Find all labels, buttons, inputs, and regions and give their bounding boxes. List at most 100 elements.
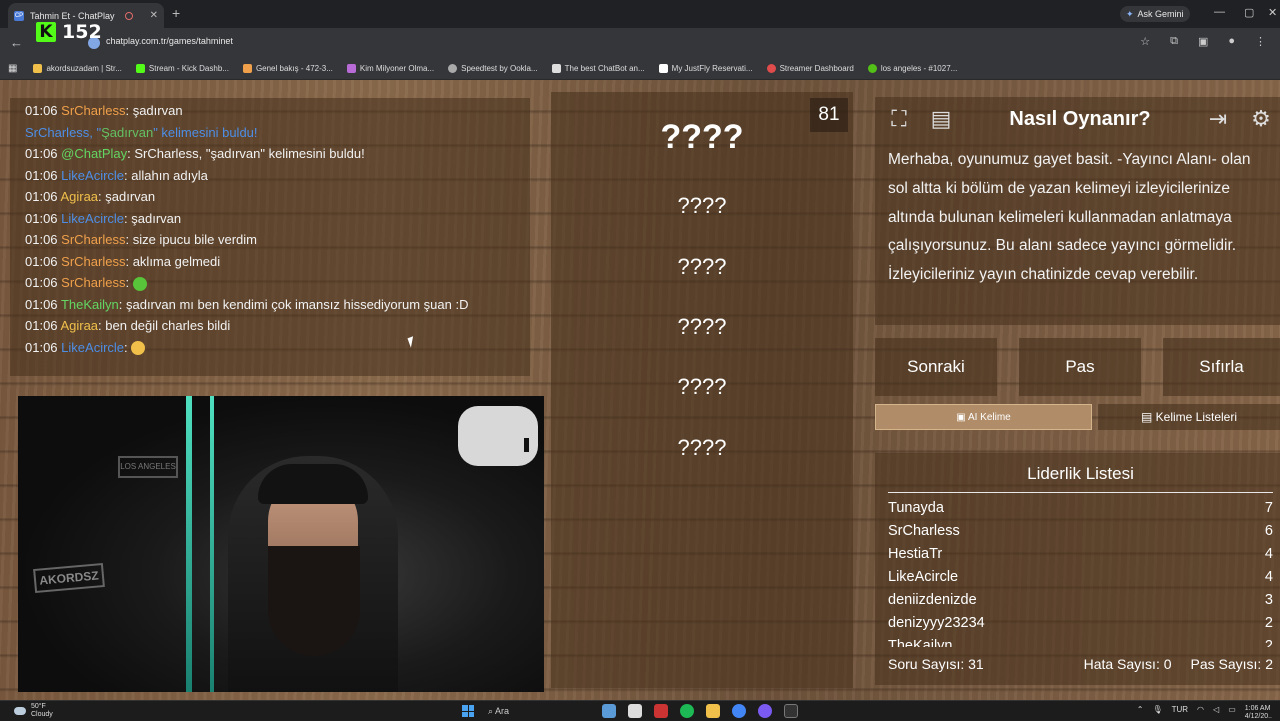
clock-date[interactable]: 4/12/20..	[1245, 713, 1272, 720]
ai-word-tab[interactable]: ▣ AI Kelime	[875, 404, 1092, 430]
wall-sign: AKORDSZ	[33, 562, 105, 594]
leaderboard-row: HestiaTr 4	[888, 543, 1273, 566]
tray-up-icon[interactable]: ⌃	[1137, 705, 1144, 721]
message-username[interactable]: LikeAcircle	[61, 340, 124, 355]
leaderboard-title: Liderlik Listesi	[888, 464, 1273, 493]
taskbar-search[interactable]: ⌕ Ara	[488, 704, 598, 718]
bookmark-8[interactable]: Streamer Dashboard	[766, 64, 854, 73]
chat-system-message: SrCharless, "Şadırvan" kelimesini buldu!	[25, 122, 515, 144]
message-username[interactable]: TheKailyn	[61, 297, 119, 312]
bookmark-icon	[346, 64, 356, 73]
message-time: 01:06	[25, 232, 58, 247]
mic-icon[interactable]: 🎙	[1152, 705, 1162, 721]
recorder-app-icon[interactable]	[654, 704, 668, 718]
chat-scroll-thumb[interactable]	[524, 438, 529, 452]
recording-indicator-icon	[125, 11, 134, 20]
player-score: 4	[1264, 546, 1273, 562]
wifi-icon[interactable]: ◠	[1197, 705, 1204, 721]
back-arrow-icon[interactable]: ←	[10, 35, 23, 50]
file-explorer-icon[interactable]	[706, 704, 720, 718]
close-window-button[interactable]: ✕	[1268, 6, 1277, 19]
chat-panel: 01:06 SrCharless: şadırvan SrCharless, "Ş…	[10, 98, 530, 376]
windows-start-icon[interactable]	[462, 705, 474, 717]
bookmark-6[interactable]: The best ChatBot an...	[551, 64, 645, 73]
chat-message: 01:06 SrCharless: size ipucu bile verdim	[25, 232, 257, 247]
leaderboard-row: SrCharless 6	[888, 520, 1273, 543]
pass-button[interactable]: Pas	[1019, 338, 1141, 396]
message-username[interactable]: SrCharless	[61, 254, 125, 269]
spotify-icon[interactable]	[680, 704, 694, 718]
apps-grid-icon[interactable]: ▦	[8, 63, 17, 74]
stats-footer: Soru Sayısı: 31 Hata Sayısı: 0 Pas Sayıs…	[888, 656, 1273, 672]
url-text[interactable]: chatplay.com.tr/games/tahminet	[106, 36, 233, 46]
extensions-icon[interactable]: ⧉	[1170, 35, 1178, 48]
kick-logo-icon: K	[36, 22, 56, 42]
message-username[interactable]: SrCharless	[61, 232, 125, 247]
gear-icon[interactable]: ⚙	[1246, 104, 1276, 134]
chat-message: 01:06 SrCharless:	[25, 272, 515, 294]
message-time: 01:06	[25, 189, 58, 204]
chat-message: 01:06 @ChatPlay: SrCharless, "şadırvan" …	[25, 146, 365, 161]
emote-icon	[132, 276, 147, 291]
sidebar-icon[interactable]: ▣	[1198, 35, 1208, 48]
bookmark-2[interactable]: Stream - Kick Dashb...	[135, 64, 229, 73]
list-doc-icon: ▤	[1140, 410, 1156, 424]
message-username[interactable]: Agiraa	[60, 189, 98, 204]
ai-word-label: AI Kelime	[967, 412, 1011, 423]
leaderboard-row: TheKailyn 2	[888, 635, 1273, 647]
ask-gemini-button[interactable]: ✦ Ask Gemini	[1120, 6, 1190, 22]
battery-icon[interactable]: ▭	[1228, 705, 1236, 721]
reset-button[interactable]: Sıfırla	[1163, 338, 1280, 396]
bookmark-7[interactable]: My JustFly Reservati...	[658, 64, 753, 73]
message-username[interactable]: Agiraa	[60, 318, 98, 333]
language-indicator[interactable]: TUR	[1172, 705, 1188, 721]
message-username[interactable]: @ChatPlay	[61, 146, 127, 161]
list-icon[interactable]: ▤	[926, 104, 956, 134]
bookmark-icon	[658, 64, 668, 73]
next-button[interactable]: Sonraki	[875, 338, 997, 396]
bookmark-4[interactable]: Kim Milyoner Olma...	[346, 64, 434, 73]
message-time: 01:06	[25, 210, 58, 226]
led-light-strip	[210, 396, 214, 692]
player-name: LikeAcircle	[888, 569, 959, 585]
bookmark-9[interactable]: los angeles - #1027...	[867, 64, 957, 73]
clock-time[interactable]: 1:06 AM	[1245, 705, 1271, 712]
file-app-icon[interactable]	[628, 704, 642, 718]
new-tab-button[interactable]: +	[172, 5, 180, 21]
message-username[interactable]: SrCharless	[61, 275, 125, 290]
tab-close-icon[interactable]: ✕	[150, 10, 158, 21]
maximize-button[interactable]: ▢	[1244, 6, 1254, 19]
player-score: 2	[1264, 638, 1273, 647]
message-time: 01:06	[25, 253, 58, 269]
discord-icon[interactable]	[758, 704, 772, 718]
message-username[interactable]: LikeAcircle	[61, 168, 124, 183]
bookmark-3[interactable]: Genel bakış - 472-3...	[242, 64, 333, 73]
volume-icon[interactable]: ◁	[1213, 705, 1219, 721]
chat-message: 01:06 SrCharless: aklıma gelmedi	[25, 253, 221, 269]
menu-dots-icon[interactable]: ⋮	[1255, 35, 1266, 48]
system-tray: ⌃ 🎙 TUR ◠ ◁ ▭ 1:06 AM 4/12/20..	[1137, 705, 1272, 721]
message-time: 01:06	[25, 339, 58, 355]
exit-icon[interactable]: ⇥	[1203, 104, 1233, 134]
chrome-icon[interactable]	[732, 704, 746, 718]
bookmark-1[interactable]: akordsuzadam | Str...	[33, 64, 122, 73]
word-lists-tab[interactable]: ▤ Kelime Listeleri	[1098, 404, 1280, 430]
address-bar-row: ← chatplay.com.tr/games/tahminet ☆ ⧉ ▣ ●…	[0, 28, 1280, 58]
message-time: 01:06	[25, 146, 58, 161]
minimize-button[interactable]: —	[1214, 6, 1225, 18]
message-text: SrCharless, "şadırvan" kelimesini buldu!	[134, 146, 365, 161]
emote-icon	[131, 341, 146, 356]
message-username[interactable]: SrCharless	[61, 103, 125, 118]
weather-widget[interactable]: 50°F Cloudy	[14, 703, 53, 719]
bookmark-5[interactable]: Speedtest by Ookla...	[448, 64, 538, 73]
streamer-beard	[268, 546, 360, 656]
howto-title: Nasıl Oynanır?	[1009, 108, 1151, 130]
bookmark-label: Streamer Dashboard	[779, 64, 854, 73]
live-app-icon[interactable]	[784, 704, 798, 718]
bookmark-star-icon[interactable]: ☆	[1140, 35, 1150, 48]
widgets-app-icon[interactable]	[602, 704, 616, 718]
profile-icon[interactable]: ●	[1228, 35, 1235, 48]
player-name: HestiaTr	[888, 546, 943, 562]
message-username[interactable]: LikeAcircle	[61, 211, 124, 226]
expand-icon[interactable]: ⛶	[884, 104, 914, 134]
